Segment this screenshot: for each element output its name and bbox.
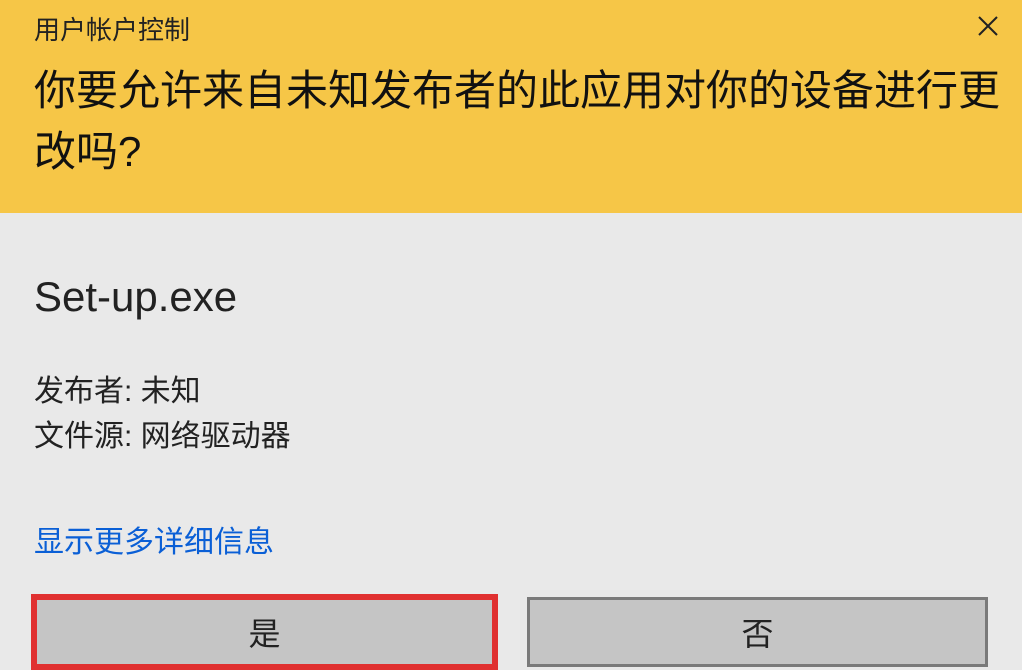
no-button[interactable]: 否 bbox=[527, 597, 988, 667]
source-line: 文件源: 网络驱动器 bbox=[34, 414, 988, 459]
publisher-line: 发布者: 未知 bbox=[34, 369, 988, 414]
source-label: 文件源 bbox=[34, 420, 124, 453]
app-name: Set-up.exe bbox=[34, 273, 988, 321]
uac-question: 你要允许来自未知发布者的此应用对你的设备进行更改吗? bbox=[34, 61, 1006, 183]
uac-header: 用户帐户控制 你要允许来自未知发布者的此应用对你的设备进行更改吗? bbox=[0, 0, 1022, 213]
source-value: 网络驱动器 bbox=[141, 420, 291, 453]
show-more-details-link[interactable]: 显示更多详细信息 bbox=[34, 517, 274, 561]
dialog-title: 用户帐户控制 bbox=[34, 10, 190, 47]
close-icon bbox=[976, 14, 1000, 38]
publisher-value: 未知 bbox=[141, 375, 201, 408]
close-button[interactable] bbox=[972, 10, 1004, 42]
yes-button[interactable]: 是 bbox=[34, 597, 495, 667]
title-row: 用户帐户控制 bbox=[34, 10, 1006, 47]
button-row: 是 否 bbox=[0, 597, 1022, 667]
uac-body: Set-up.exe 发布者: 未知 文件源: 网络驱动器 显示更多详细信息 bbox=[0, 213, 1022, 561]
publisher-label: 发布者 bbox=[34, 375, 124, 408]
